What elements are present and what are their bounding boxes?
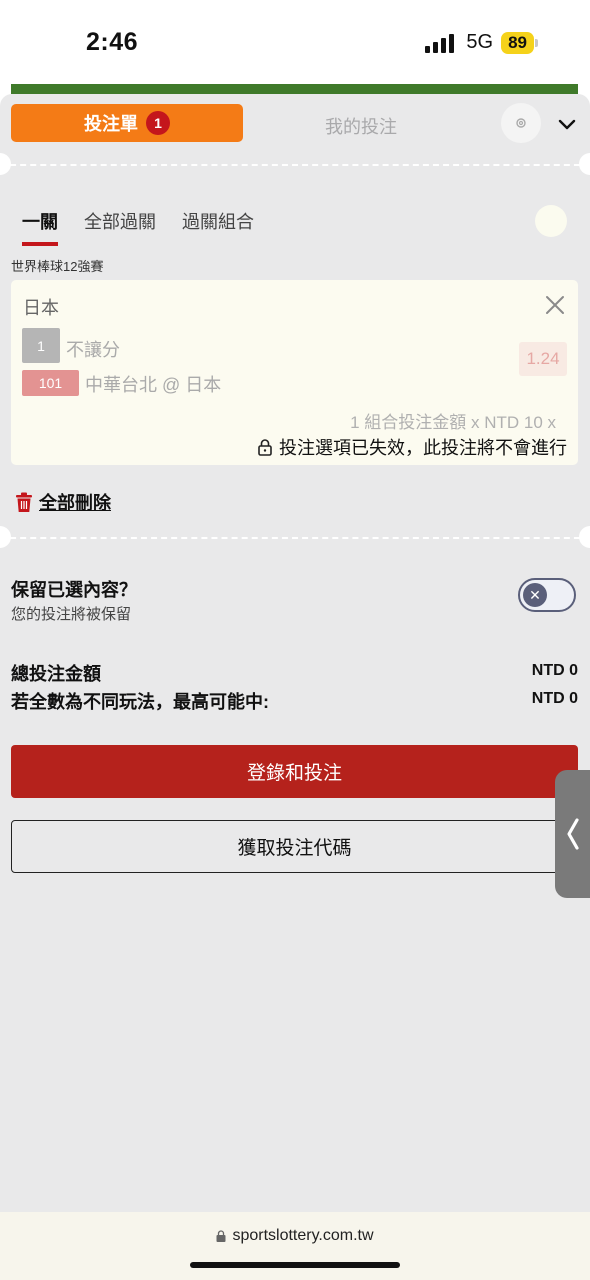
ticket-notch [0, 153, 11, 175]
info-button[interactable] [535, 205, 567, 237]
invalid-notice-text: 投注選項已失效，此投注將不會進行 [279, 438, 567, 458]
login-and-bet-button[interactable]: 登錄和投注 [11, 745, 578, 798]
chevron-left-icon [566, 818, 579, 850]
close-icon [546, 296, 564, 314]
tab-single[interactable]: 一關 [22, 208, 58, 246]
total-stake-value: NTD 0 [531, 662, 578, 679]
browser-url-bar[interactable]: sportslottery.com.tw [0, 1212, 590, 1280]
divider [0, 164, 590, 166]
toggle-off-icon: ✕ [523, 583, 547, 607]
lock-icon [216, 1230, 226, 1242]
lock-icon [258, 439, 272, 456]
ticket-notch [579, 153, 590, 175]
max-payout-value: NTD 0 [531, 690, 578, 707]
keep-selection-subtitle: 您的投注將被保留 [11, 606, 132, 623]
side-drawer-handle[interactable] [555, 770, 590, 898]
settings-icon [516, 118, 526, 128]
odds-value: 1.24 [519, 342, 567, 376]
url-display: sportslottery.com.tw [0, 1227, 590, 1245]
tab-parlay-combo[interactable]: 過關組合 [182, 208, 254, 246]
background-field [11, 84, 578, 94]
chevron-down-icon [558, 119, 576, 130]
delete-all-button[interactable]: 全部刪除 [15, 489, 111, 515]
trash-icon [16, 492, 32, 512]
status-time: 2:46 [86, 28, 139, 56]
match-name: 中華台北 @ 日本 [85, 375, 222, 395]
tab-my-bets[interactable]: 我的投注 [281, 113, 441, 139]
url-text: sportslottery.com.tw [232, 1227, 374, 1244]
league-name: 世界棒球12強賽 [11, 259, 104, 274]
tab-bet-slip-label: 投注單 [84, 114, 138, 134]
tab-all-parlay[interactable]: 全部過關 [84, 208, 156, 246]
total-stake-label: 總投注金額 [11, 664, 101, 684]
remove-bet-button[interactable] [544, 294, 566, 316]
status-bar: 2:46 5G 89 [0, 0, 590, 84]
bet-card: 日本 1 不讓分 101 中華台北 @ 日本 1.24 1 組合投注金額 x N… [11, 280, 578, 465]
home-indicator [190, 1262, 400, 1268]
match-code: 101 [22, 370, 79, 396]
combo-stake-text: 1 組合投注金額 x NTD 10 x [350, 413, 556, 432]
bet-team: 日本 [23, 298, 59, 318]
settings-button[interactable] [501, 103, 541, 143]
keep-selection-title: 保留已選內容？ [11, 580, 137, 600]
battery-icon: 89 [501, 31, 538, 54]
ticket-notch [0, 526, 11, 548]
keep-selection-toggle[interactable]: ✕ [518, 578, 576, 612]
selection-code: 1 [22, 328, 60, 363]
bet-type-tabs: 一關 全部過關 過關組合 [22, 208, 254, 246]
max-payout-label: 若全數為不同玩法，最高可能中: [11, 692, 269, 712]
bet-slip-sheet: 投注單 1 我的投注 一關 全部過關 過關組合 世界棒球12強賽 日本 1 不讓… [0, 94, 590, 1212]
bet-slip-tabs: 投注單 1 我的投注 [11, 103, 578, 143]
signal-icon [425, 33, 455, 53]
bet-count-badge: 1 [146, 111, 170, 135]
status-indicators: 5G 89 [425, 31, 538, 54]
ticket-notch [579, 526, 590, 548]
invalid-notice: 投注選項已失效，此投注將不會進行 [257, 434, 567, 460]
tab-bet-slip[interactable]: 投注單 1 [11, 104, 243, 142]
delete-all-label: 全部刪除 [39, 493, 111, 513]
divider [0, 537, 590, 539]
get-bet-code-button[interactable]: 獲取投注代碼 [11, 820, 578, 873]
network-label: 5G [466, 31, 494, 53]
selection-name: 不讓分 [66, 340, 120, 360]
collapse-button[interactable] [557, 114, 577, 134]
